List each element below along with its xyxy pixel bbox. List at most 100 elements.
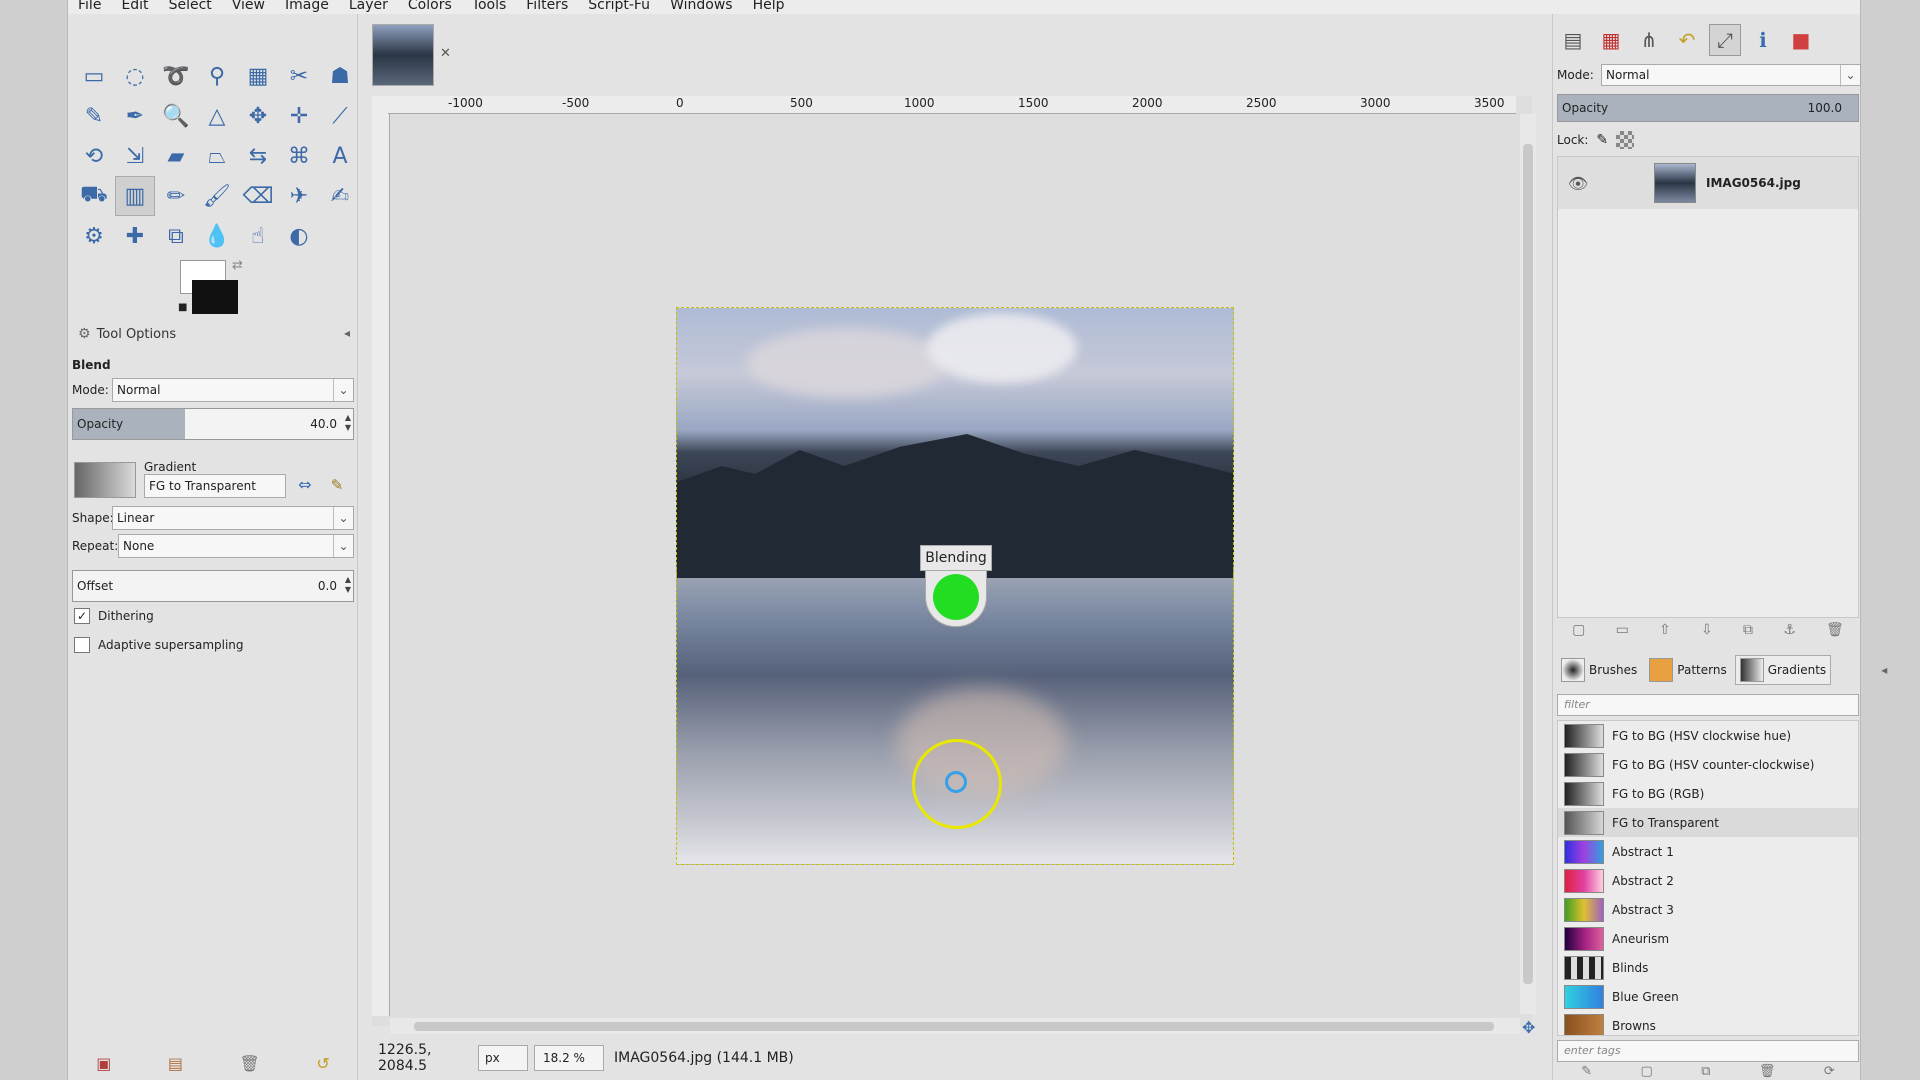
blur-icon[interactable]: 💧 (197, 216, 237, 256)
unit-select[interactable]: px (478, 1045, 528, 1071)
reset-options-icon[interactable]: ↺ (316, 1054, 329, 1078)
paths-icon[interactable]: ✎ (74, 96, 114, 136)
menu-tools[interactable]: Tools (462, 0, 517, 12)
image-tab-thumbnail[interactable] (372, 24, 434, 86)
rotate-icon[interactable]: ⟲ (74, 136, 114, 176)
new-gradient-icon[interactable]: ▢ (1641, 1064, 1653, 1080)
eraser-icon[interactable]: ⌫ (238, 176, 278, 216)
color-select-icon[interactable]: ▦ (238, 56, 278, 96)
menu-select[interactable]: Select (159, 0, 222, 12)
duplicate-gradient-icon[interactable]: ⧉ (1701, 1064, 1710, 1080)
menu-windows[interactable]: Windows (660, 0, 743, 12)
new-layer-group-icon[interactable]: ▭ (1616, 622, 1629, 646)
edit-gradient-icon[interactable]: ✎ (1581, 1064, 1592, 1080)
menu-script-fu[interactable]: Script-Fu (578, 0, 660, 12)
cage-icon[interactable]: ⌘ (279, 136, 319, 176)
filter-input[interactable]: filter (1557, 694, 1859, 716)
layers-tab-icon[interactable]: ▤ (1557, 24, 1589, 56)
spin-arrows-icon[interactable]: ▲ ▼ (345, 575, 351, 595)
color-tab-icon[interactable]: ■ (1785, 24, 1817, 56)
raise-layer-icon[interactable]: ⇧ (1659, 622, 1671, 646)
gradient-list-item[interactable]: FG to BG (HSV counter-clockwise) (1558, 750, 1858, 779)
delete-gradient-icon[interactable]: 🗑 (1759, 1064, 1776, 1080)
menu-help[interactable]: Help (743, 0, 795, 12)
vertical-scrollbar[interactable] (1520, 114, 1536, 1014)
perspective-icon[interactable]: ⏢ (197, 136, 237, 176)
shape-select[interactable]: Linear ⌄ (112, 506, 354, 530)
new-layer-icon[interactable]: ▢ (1572, 622, 1585, 646)
swap-colors-icon[interactable]: ⇄ (232, 258, 243, 273)
close-icon[interactable]: ✕ (440, 46, 451, 61)
adaptive-supersampling-checkbox[interactable] (74, 637, 90, 653)
gradient-list-item[interactable]: Abstract 2 (1558, 866, 1858, 895)
dithering-checkbox[interactable]: ✓ (74, 608, 90, 624)
pointer-tab-icon[interactable]: ⤢ (1709, 24, 1741, 56)
navigate-icon[interactable]: ✥ (1522, 1018, 1535, 1037)
fg-bg-colors[interactable]: ⇄ ■ (178, 258, 248, 318)
gradient-select[interactable]: FG to Transparent (144, 474, 286, 498)
vertical-ruler[interactable] (372, 114, 390, 1016)
eye-icon[interactable]: 👁 (1558, 174, 1598, 193)
gradient-list-item[interactable]: Aneurism (1558, 924, 1858, 953)
restore-options-icon[interactable]: ▤ (168, 1054, 183, 1078)
gradient-list-item[interactable]: FG to BG (RGB) (1558, 779, 1858, 808)
gradient-list-item[interactable]: Browns (1558, 1011, 1858, 1035)
free-select-icon[interactable]: ➰ (156, 56, 196, 96)
save-options-icon[interactable]: ▣ (96, 1054, 111, 1078)
pencil-icon[interactable]: ✏ (156, 176, 196, 216)
shear-icon[interactable]: ▰ (156, 136, 196, 176)
edit-gradient-icon[interactable]: ✎ (324, 474, 350, 498)
rect-select-icon[interactable]: ▭ (74, 56, 114, 96)
foreground-color[interactable] (192, 280, 238, 314)
refresh-gradients-icon[interactable]: ⟳ (1824, 1064, 1835, 1080)
menu-file[interactable]: File (68, 0, 111, 12)
layer-row[interactable]: 👁 IMAG0564.jpg (1558, 157, 1858, 209)
airbrush-icon[interactable]: ✈ (279, 176, 319, 216)
scroll-thumb[interactable] (1523, 144, 1533, 984)
fuzzy-select-icon[interactable]: ⚲ (197, 56, 237, 96)
foreground-select-icon[interactable]: ☗ (320, 56, 360, 96)
smudge-icon[interactable]: ☝ (238, 216, 278, 256)
dithering-row[interactable]: ✓ Dithering (74, 606, 154, 626)
reset-colors-icon[interactable]: ■ (178, 302, 187, 313)
anchor-layer-icon[interactable]: ⚓ (1783, 622, 1796, 646)
menu-filters[interactable]: Filters (516, 0, 578, 12)
menu-colors[interactable]: Colors (398, 0, 462, 12)
crop-icon[interactable]: ⟋ (320, 96, 360, 136)
tab-gradients[interactable]: Gradients (1734, 655, 1832, 685)
scroll-thumb[interactable] (414, 1022, 1494, 1031)
gradient-list-item[interactable]: Abstract 1 (1558, 837, 1858, 866)
delete-options-icon[interactable]: 🗑 (240, 1054, 260, 1078)
opacity-slider[interactable]: Opacity 40.0 ▲ ▼ (72, 408, 354, 440)
menu-layer[interactable]: Layer (339, 0, 398, 12)
scissors-icon[interactable]: ✂ (279, 56, 319, 96)
gradient-list-item[interactable]: FG to Transparent (1558, 808, 1858, 837)
layer-mode-select[interactable]: Normal ⌄ (1601, 64, 1861, 87)
ruler-corner[interactable] (372, 96, 388, 114)
gradient-preview[interactable] (74, 462, 136, 498)
adaptive-row[interactable]: Adaptive supersampling (74, 635, 244, 655)
horizontal-ruler[interactable]: -1000 -500 0 500 1000 1500 2000 2500 3000 3500 (388, 96, 1516, 114)
undo-tab-icon[interactable]: ↶ (1671, 24, 1703, 56)
text-icon[interactable]: A (320, 136, 360, 176)
heal-icon[interactable]: ✚ (115, 216, 155, 256)
gradient-list-item[interactable]: Blue Green (1558, 982, 1858, 1011)
lower-layer-icon[interactable]: ⇩ (1701, 622, 1713, 646)
scale-icon[interactable]: ⇲ (115, 136, 155, 176)
delete-layer-icon[interactable]: 🗑 (1826, 622, 1844, 646)
info-tab-icon[interactable]: ℹ (1747, 24, 1779, 56)
duplicate-layer-icon[interactable]: ⧉ (1743, 622, 1753, 646)
layer-opacity-slider[interactable]: Opacity 100.0 (1557, 94, 1859, 122)
horizontal-scrollbar[interactable] (390, 1018, 1520, 1034)
dodge-burn-icon[interactable]: ◐ (279, 216, 319, 256)
blend-icon[interactable]: ▥ (115, 176, 155, 216)
color-picker-icon[interactable]: ✒ (115, 96, 155, 136)
lock-alpha-icon[interactable] (1616, 131, 1635, 149)
menu-edit[interactable]: Edit (111, 0, 158, 12)
repeat-select[interactable]: None ⌄ (118, 534, 354, 558)
measure-icon[interactable]: △ (197, 96, 237, 136)
align-icon[interactable]: ✛ (279, 96, 319, 136)
flip-icon[interactable]: ⇆ (238, 136, 278, 176)
lock-pixels-icon[interactable]: ✎ (1596, 132, 1608, 148)
zoom-icon[interactable]: 🔍 (156, 96, 196, 136)
